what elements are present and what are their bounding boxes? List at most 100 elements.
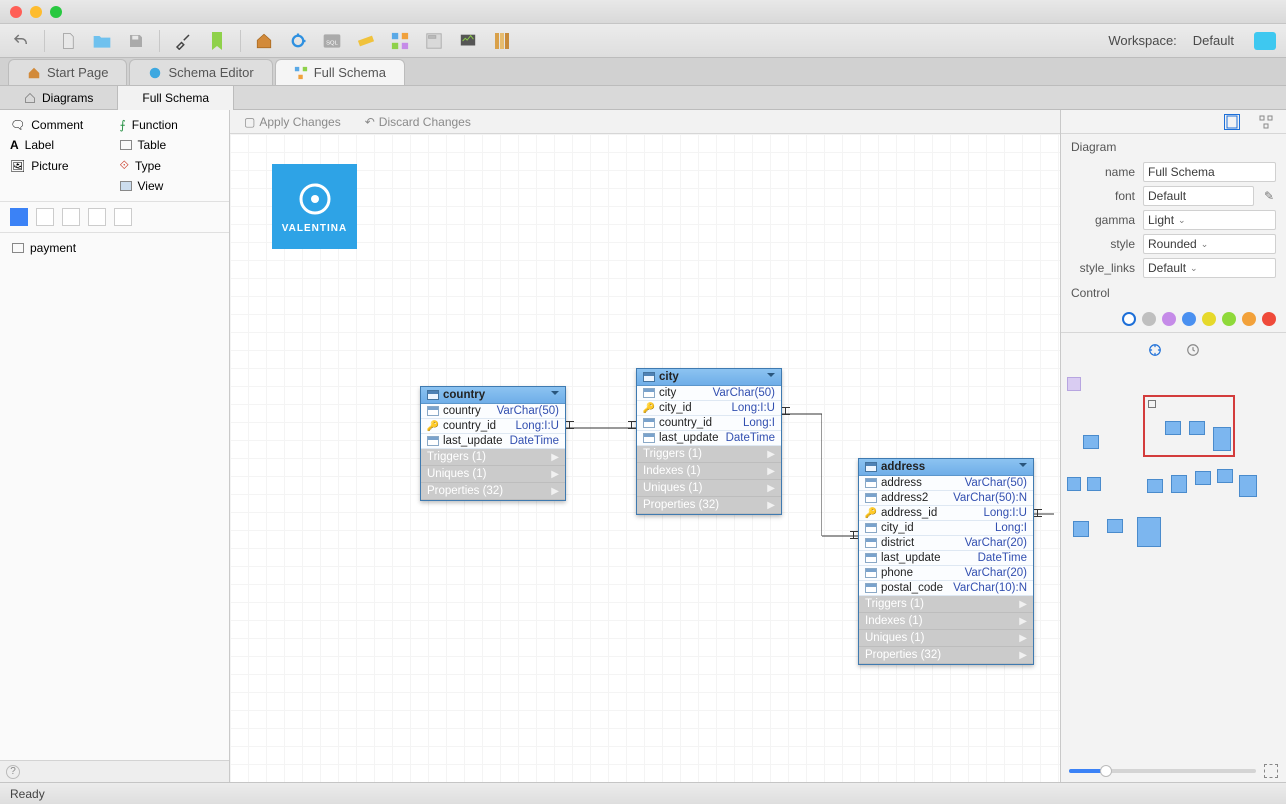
palette-label[interactable]: ALabel	[10, 138, 110, 152]
card-header[interactable]: address	[859, 459, 1033, 476]
monitor-button[interactable]	[457, 30, 479, 52]
color-swatch[interactable]	[1162, 312, 1176, 326]
color-swatch[interactable]	[1182, 312, 1196, 326]
ruler-button[interactable]	[355, 30, 377, 52]
palette-function[interactable]: ⨍Function	[120, 118, 220, 132]
workspace-value[interactable]: Default	[1193, 33, 1234, 48]
diagram-switch-button[interactable]	[389, 30, 411, 52]
card-section[interactable]: Uniques (1)▶	[421, 466, 565, 483]
minimap-tab-navigator[interactable]	[1148, 343, 1162, 357]
prop-value-select[interactable]: Light	[1143, 210, 1276, 230]
color-swatch[interactable]	[1122, 312, 1136, 326]
feedback-icon[interactable]	[1254, 32, 1276, 50]
sql-button[interactable]: SQL	[321, 30, 343, 52]
palette-view[interactable]: View	[120, 179, 220, 193]
minimap-tab-history[interactable]	[1186, 343, 1200, 357]
close-window-icon[interactable]	[10, 6, 22, 18]
card-section[interactable]: Uniques (1)▶	[637, 480, 781, 497]
color-swatch[interactable]	[1242, 312, 1256, 326]
card-section[interactable]: Properties (32)▶	[637, 497, 781, 514]
refresh-button[interactable]	[287, 30, 309, 52]
diagram-canvas[interactable]: VALENTINA country countryVarChar(50) 🔑co…	[230, 134, 1060, 782]
table-column[interactable]: 🔑city_idLong:I:U	[637, 401, 781, 416]
card-header[interactable]: city	[637, 369, 781, 386]
zoom-fit-button[interactable]	[1264, 764, 1278, 778]
card-section[interactable]: Uniques (1)▶	[859, 630, 1033, 647]
card-section[interactable]: Triggers (1)▶	[421, 449, 565, 466]
bookmark-button[interactable]	[206, 30, 228, 52]
color-swatch[interactable]	[1142, 312, 1156, 326]
zoom-window-icon[interactable]	[50, 6, 62, 18]
chevron-down-icon[interactable]	[767, 373, 775, 381]
table-column[interactable]: postal_codeVarChar(10):N	[859, 581, 1033, 596]
books-button[interactable]	[491, 30, 513, 52]
filter-links-button[interactable]	[36, 208, 54, 226]
table-column[interactable]: last_updateDateTime	[859, 551, 1033, 566]
table-column[interactable]: phoneVarChar(20)	[859, 566, 1033, 581]
new-file-button[interactable]	[57, 30, 79, 52]
table-column[interactable]: districtVarChar(20)	[859, 536, 1033, 551]
card-section[interactable]: Indexes (1)▶	[859, 613, 1033, 630]
zoom-slider[interactable]	[1061, 760, 1286, 782]
table-card-city[interactable]: city cityVarChar(50) 🔑city_idLong:I:U co…	[636, 368, 782, 515]
table-column[interactable]: last_updateDateTime	[421, 434, 565, 449]
table-column[interactable]: 🔑country_idLong:I:U	[421, 419, 565, 434]
forms-button[interactable]	[423, 30, 445, 52]
table-column[interactable]: country_idLong:I	[637, 416, 781, 431]
open-folder-button[interactable]	[91, 30, 113, 52]
tree-item-payment[interactable]: payment	[8, 239, 221, 257]
palette-picture[interactable]: 🖼Picture	[10, 158, 110, 173]
minimap[interactable]	[1065, 365, 1282, 760]
slider-track[interactable]	[1069, 769, 1256, 773]
table-column[interactable]: 🔑address_idLong:I:U	[859, 506, 1033, 521]
brand-logo[interactable]: VALENTINA	[272, 164, 357, 249]
card-header[interactable]: country	[421, 387, 565, 404]
filter-tables-button[interactable]	[10, 208, 28, 226]
palette-table[interactable]: Table	[120, 138, 220, 152]
prop-value-select[interactable]: Rounded	[1143, 234, 1276, 254]
subtab-diagrams[interactable]: Diagrams	[0, 86, 118, 110]
prop-value-input[interactable]: Default	[1143, 186, 1254, 206]
card-section[interactable]: Indexes (1)▶	[637, 463, 781, 480]
subtab-full-schema[interactable]: Full Schema	[118, 86, 234, 110]
table-column[interactable]: address2VarChar(50):N	[859, 491, 1033, 506]
card-section[interactable]: Properties (32)▶	[859, 647, 1033, 664]
chevron-down-icon[interactable]	[551, 391, 559, 399]
card-section[interactable]: Properties (32)▶	[421, 483, 565, 500]
card-section[interactable]: Triggers (1)▶	[859, 596, 1033, 613]
palette-comment[interactable]: 🗨Comment	[10, 118, 110, 132]
inspector-tab-structure[interactable]	[1258, 114, 1274, 130]
discard-changes-button[interactable]: ↶Discard Changes	[365, 115, 471, 129]
tree-search[interactable]: ?	[0, 760, 229, 782]
filter-views-button[interactable]	[88, 208, 106, 226]
slider-knob[interactable]	[1100, 765, 1112, 777]
minimize-window-icon[interactable]	[30, 6, 42, 18]
table-column[interactable]: addressVarChar(50)	[859, 476, 1033, 491]
apply-changes-button[interactable]: ▢Apply Changes	[244, 115, 341, 129]
table-card-country[interactable]: country countryVarChar(50) 🔑country_idLo…	[420, 386, 566, 501]
color-swatch[interactable]	[1262, 312, 1276, 326]
palette-type[interactable]: ⟐Type	[120, 158, 220, 173]
table-card-address[interactable]: address addressVarChar(50) address2VarCh…	[858, 458, 1034, 665]
prop-value-select[interactable]: Default	[1143, 258, 1276, 278]
color-swatch[interactable]	[1202, 312, 1216, 326]
filter-other-button[interactable]	[114, 208, 132, 226]
home-button[interactable]	[253, 30, 275, 52]
edit-icon[interactable]: ✎	[1262, 189, 1276, 203]
chevron-down-icon[interactable]	[1019, 463, 1027, 471]
color-swatch[interactable]	[1222, 312, 1236, 326]
save-button[interactable]	[125, 30, 147, 52]
undo-button[interactable]	[10, 30, 32, 52]
table-column[interactable]: city_idLong:I	[859, 521, 1033, 536]
card-section[interactable]: Triggers (1)▶	[637, 446, 781, 463]
tab-full-schema[interactable]: Full Schema	[275, 59, 405, 85]
prop-value-input[interactable]: Full Schema	[1143, 162, 1276, 182]
table-column[interactable]: countryVarChar(50)	[421, 404, 565, 419]
paint-button[interactable]	[172, 30, 194, 52]
inspector-tab-properties[interactable]	[1224, 114, 1240, 130]
tab-schema-editor[interactable]: Schema Editor	[129, 59, 272, 85]
minimap-viewport[interactable]	[1143, 395, 1235, 457]
table-column[interactable]: last_updateDateTime	[637, 431, 781, 446]
table-column[interactable]: cityVarChar(50)	[637, 386, 781, 401]
tab-start-page[interactable]: Start Page	[8, 59, 127, 85]
